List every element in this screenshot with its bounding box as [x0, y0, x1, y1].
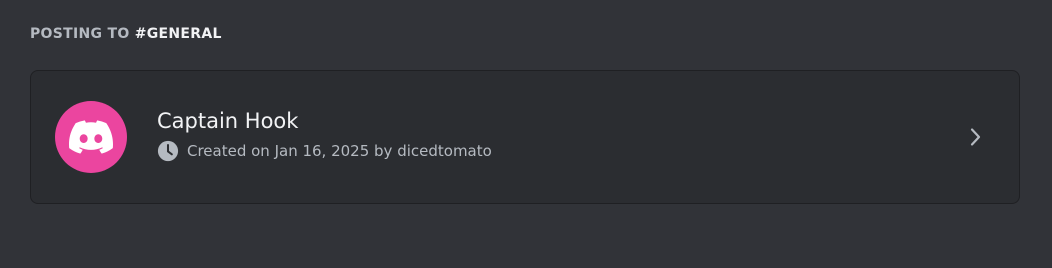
section-header-prefix: POSTING TO [30, 26, 135, 42]
webhook-created-text: Created on Jan 16, 2025 by dicedtomato [187, 142, 492, 160]
webhook-name: Captain Hook [157, 109, 299, 133]
section-header: POSTING TO #GENERAL [30, 24, 222, 44]
webhook-card[interactable]: Captain Hook Created on Jan 16, 2025 by … [30, 70, 1020, 204]
avatar [55, 101, 127, 173]
webhook-info: Captain Hook Created on Jan 16, 2025 by … [157, 107, 492, 162]
section-header-channel: #GENERAL [134, 26, 222, 42]
clock-icon [157, 140, 179, 162]
webhook-panel: POSTING TO #GENERAL Captain Hook Created… [0, 0, 1052, 268]
discord-logo-icon [69, 120, 113, 154]
webhook-meta: Created on Jan 16, 2025 by dicedtomato [157, 140, 492, 162]
chevron-right-icon[interactable] [963, 125, 987, 149]
